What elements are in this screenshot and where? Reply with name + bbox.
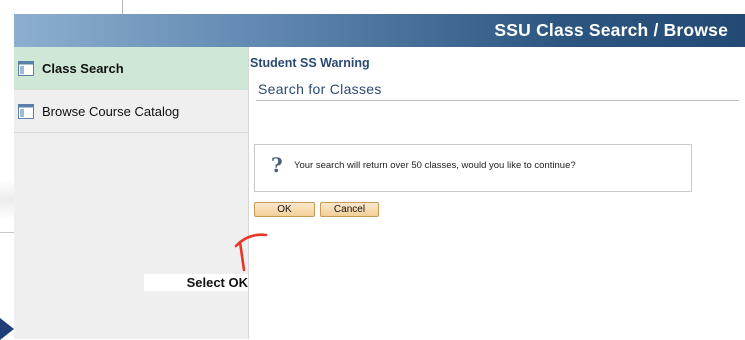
sidebar-item-label: Browse Course Catalog — [42, 103, 180, 119]
gutter-divider — [0, 232, 14, 233]
top-divider — [122, 0, 123, 14]
cancel-button[interactable]: Cancel — [320, 202, 379, 217]
annotation-arrow-icon — [234, 233, 268, 272]
warning-message: Your search will return over 50 classes,… — [294, 160, 576, 171]
corner-arrow-icon — [0, 318, 14, 340]
sidebar-item-browse-course-catalog[interactable]: Browse Course Catalog — [14, 90, 248, 133]
header-bar: SSU Class Search / Browse — [14, 14, 745, 47]
question-icon: ? — [271, 153, 283, 177]
message-box: ? Your search will return over 50 classe… — [254, 144, 692, 192]
annotation-label: Select OK — [144, 274, 248, 291]
page-title: Student SS Warning — [250, 56, 370, 70]
left-gutter — [0, 47, 14, 339]
sidebar: Class Search Browse Course Catalog — [14, 47, 249, 339]
window-icon — [18, 103, 34, 119]
window-icon — [18, 60, 34, 76]
ok-button[interactable]: OK — [254, 202, 315, 217]
sidebar-item-class-search[interactable]: Class Search — [14, 47, 248, 90]
main-content: Student SS Warning Search for Classes ? … — [249, 47, 745, 339]
top-strip — [0, 0, 745, 14]
section-heading: Search for Classes — [258, 81, 382, 97]
sidebar-item-label: Class Search — [42, 60, 124, 76]
app-title: SSU Class Search / Browse — [494, 20, 728, 40]
section-divider — [256, 100, 739, 101]
gutter-shadow — [0, 180, 14, 220]
